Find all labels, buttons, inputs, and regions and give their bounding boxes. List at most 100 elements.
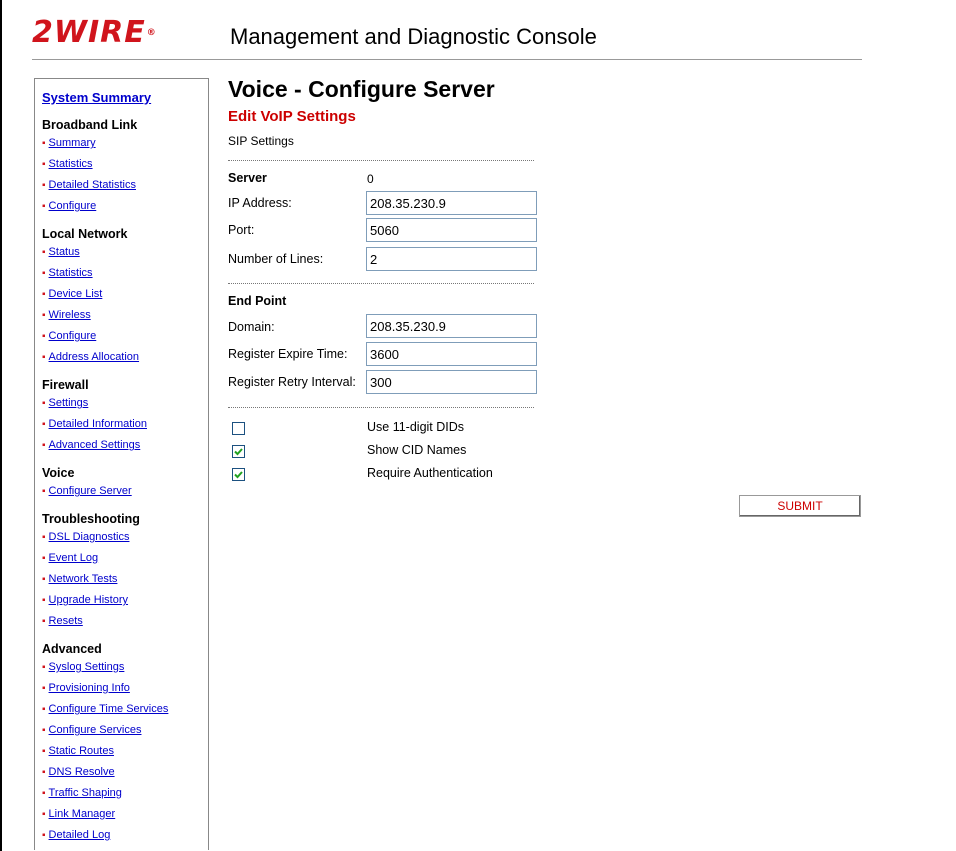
sidebar-item-label: Upgrade History: [48, 594, 129, 606]
sidebar-item-traffic-shaping[interactable]: ▪ Traffic Shaping: [42, 787, 122, 799]
sidebar-item-label: Provisioning Info: [48, 682, 130, 694]
sidebar-item-label: Configure Services: [48, 724, 142, 736]
bullet-icon: ▪: [42, 788, 46, 799]
sidebar-item-configure[interactable]: ▪ Configure: [42, 200, 96, 212]
sidebar-section-voice: Voice: [42, 466, 75, 480]
domain-label: Domain:: [228, 320, 275, 334]
sidebar-item-label: Static Routes: [48, 745, 114, 757]
sidebar-item-label: Network Tests: [48, 573, 118, 585]
submit-button[interactable]: SUBMIT: [739, 495, 861, 517]
sidebar-item-statistics[interactable]: ▪ Statistics: [42, 158, 93, 170]
bullet-icon: ▪: [42, 553, 46, 564]
show-cid-names-checkbox[interactable]: [232, 445, 245, 458]
bullet-icon: ▪: [42, 662, 46, 673]
sidebar-item-detailed-information[interactable]: ▪ Detailed Information: [42, 418, 147, 430]
bullet-icon: ▪: [42, 419, 46, 430]
brand-logo: 2WIRE®: [32, 15, 157, 50]
sidebar-item-static-routes[interactable]: ▪ Static Routes: [42, 745, 114, 757]
sidebar-item-settings[interactable]: ▪ Settings: [42, 397, 88, 409]
use-11-digit-dids-label: Use 11-digit DIDs: [367, 420, 465, 434]
show-cid-names-label: Show CID Names: [367, 443, 467, 457]
bullet-icon: ▪: [42, 486, 46, 497]
bullet-icon: ▪: [42, 289, 46, 300]
sidebar-item-label: Statistics: [48, 158, 93, 170]
server-index: 0: [367, 172, 374, 186]
sidebar-item-dsl-diagnostics[interactable]: ▪ DSL Diagnostics: [42, 531, 129, 543]
register-retry-interval-input[interactable]: [366, 370, 537, 394]
sidebar-item-label: Configure Time Services: [48, 703, 169, 715]
port-label: Port:: [228, 223, 255, 237]
bullet-icon: ▪: [42, 310, 46, 321]
bullet-icon: ▪: [42, 532, 46, 543]
use-11-digit-dids-checkbox[interactable]: [232, 422, 245, 435]
sidebar-section-firewall: Firewall: [42, 378, 89, 392]
sidebar-item-configure-time-services[interactable]: ▪ Configure Time Services: [42, 703, 168, 715]
sidebar-section-local-network: Local Network: [42, 227, 128, 241]
sidebar-item-configure[interactable]: ▪ Configure: [42, 330, 96, 342]
bullet-icon: ▪: [42, 201, 46, 212]
bullet-icon: ▪: [42, 683, 46, 694]
bullet-icon: ▪: [42, 767, 46, 778]
sidebar-item-status[interactable]: ▪ Status: [42, 246, 80, 258]
sidebar-item-label: Status: [48, 246, 80, 258]
sidebar-item-provisioning-info[interactable]: ▪ Provisioning Info: [42, 682, 130, 694]
sidebar-item-label: Settings: [48, 397, 89, 409]
sidebar-item-link-manager[interactable]: ▪ Link Manager: [42, 808, 115, 820]
sidebar-item-label: Advanced Settings: [48, 439, 141, 451]
sidebar-item-label: Configure Server: [48, 485, 132, 497]
sidebar-item-label: Detailed Statistics: [48, 179, 136, 191]
bullet-icon: ▪: [42, 809, 46, 820]
bullet-icon: ▪: [42, 746, 46, 757]
sidebar-item-summary[interactable]: ▪ Summary: [42, 137, 96, 149]
sidebar-item-event-log[interactable]: ▪ Event Log: [42, 552, 98, 564]
sidebar-item-upgrade-history[interactable]: ▪ Upgrade History: [42, 594, 128, 606]
sidebar-item-resets[interactable]: ▪ Resets: [42, 615, 83, 627]
bullet-icon: ▪: [42, 247, 46, 258]
sidebar-item-label: Device List: [48, 288, 103, 300]
sidebar-item-advanced-settings[interactable]: ▪ Advanced Settings: [42, 439, 140, 451]
sidebar-item-label: Address Allocation: [48, 351, 140, 363]
sidebar-item-label: DNS Resolve: [48, 766, 115, 778]
sidebar-link-system-summary[interactable]: System Summary: [42, 90, 151, 105]
ip-address-input[interactable]: [366, 191, 537, 215]
dotted-divider: [228, 160, 534, 161]
sidebar-section-troubleshooting: Troubleshooting: [42, 512, 140, 526]
number-of-lines-input[interactable]: [366, 247, 537, 271]
bullet-icon: ▪: [42, 159, 46, 170]
bullet-icon: ▪: [42, 398, 46, 409]
bullet-icon: ▪: [42, 268, 46, 279]
sidebar-item-configure-server[interactable]: ▪ Configure Server: [42, 485, 132, 497]
sidebar-item-wireless[interactable]: ▪ Wireless: [42, 309, 91, 321]
console-title: Management and Diagnostic Console: [230, 24, 597, 49]
bullet-icon: ▪: [42, 180, 46, 191]
register-retry-interval-label: Register Retry Interval:: [228, 375, 356, 389]
ip-address-label: IP Address:: [228, 196, 292, 210]
checkmark-icon: [234, 471, 243, 479]
sidebar-item-address-allocation[interactable]: ▪ Address Allocation: [42, 351, 139, 363]
sidebar-item-detailed-log[interactable]: ▪ Detailed Log: [42, 829, 110, 841]
sidebar-item-network-tests[interactable]: ▪ Network Tests: [42, 573, 117, 585]
bullet-icon: ▪: [42, 352, 46, 363]
domain-input[interactable]: [366, 314, 537, 338]
sidebar-item-syslog-settings[interactable]: ▪ Syslog Settings: [42, 661, 124, 673]
register-expire-time-label: Register Expire Time:: [228, 347, 348, 361]
window-left-border: [0, 0, 2, 851]
port-input[interactable]: [366, 218, 537, 242]
sidebar-item-dns-resolve[interactable]: ▪ DNS Resolve: [42, 766, 115, 778]
sidebar-item-label: Summary: [48, 137, 96, 149]
bullet-icon: ▪: [42, 704, 46, 715]
sidebar-item-configure-services[interactable]: ▪ Configure Services: [42, 724, 141, 736]
sip-settings-label: SIP Settings: [228, 134, 294, 148]
sidebar-item-device-list[interactable]: ▪ Device List: [42, 288, 102, 300]
sidebar-item-statistics[interactable]: ▪ Statistics: [42, 267, 93, 279]
sidebar-item-label: DSL Diagnostics: [48, 531, 130, 543]
bullet-icon: ▪: [42, 574, 46, 585]
sidebar-item-detailed-statistics[interactable]: ▪ Detailed Statistics: [42, 179, 136, 191]
sidebar-item-label: Configure: [48, 200, 97, 212]
bullet-icon: ▪: [42, 725, 46, 736]
register-expire-time-input[interactable]: [366, 342, 537, 366]
section-subtitle: Edit VoIP Settings: [228, 108, 356, 125]
sidebar-item-label: Syslog Settings: [48, 661, 125, 673]
require-authentication-checkbox[interactable]: [232, 468, 245, 481]
sidebar-item-label: Wireless: [48, 309, 91, 321]
